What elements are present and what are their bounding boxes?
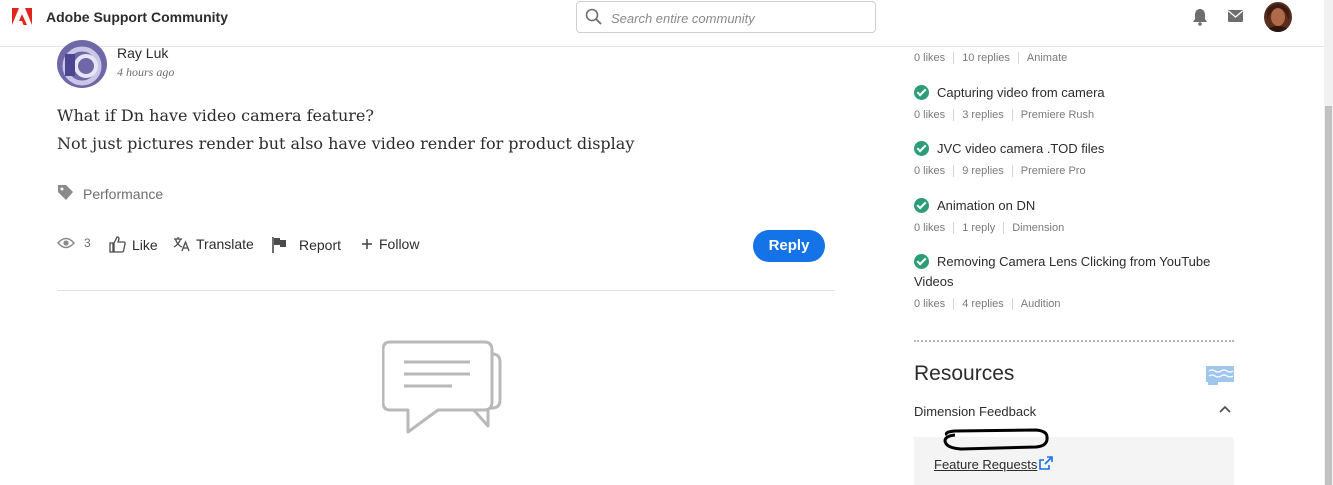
like-label: Like [132, 236, 158, 253]
translate-icon [173, 237, 190, 252]
external-link-icon[interactable] [1038, 455, 1054, 471]
meta-separator [1011, 109, 1013, 121]
related-thread-title[interactable]: Capturing video from camera [914, 83, 1234, 103]
dimension-feedback-section[interactable]: Dimension Feedback [914, 404, 1036, 419]
post-body-line: What if Dn have video camera feature? [57, 106, 374, 125]
brand-title[interactable]: Adobe Support Community [46, 9, 228, 25]
top-header: Adobe Support Community [0, 0, 1333, 47]
views-counter: 3 [57, 236, 91, 250]
author-avatar[interactable] [57, 40, 107, 88]
related-thread-title[interactable]: Removing Camera Lens Clicking from YouTu… [914, 252, 1234, 292]
thread-meta: 0 likes 9 replies Premiere Pro [914, 165, 1086, 177]
translate-button[interactable]: Translate [173, 236, 254, 252]
feature-requests-link[interactable]: Feature Requests [934, 457, 1037, 472]
thread-meta: 0 likes 4 replies Audition [914, 298, 1061, 310]
reply-button[interactable]: Reply [753, 230, 825, 262]
meta-separator [953, 109, 955, 121]
post-divider [57, 290, 835, 291]
search-input[interactable] [611, 8, 861, 28]
thread-likes: 0 likes [914, 222, 946, 234]
eye-icon [57, 237, 75, 249]
thread-replies: 9 replies [962, 165, 1004, 177]
empty-replies-chat-icon [382, 340, 502, 434]
meta-separator [1011, 298, 1013, 310]
solved-check-icon [914, 254, 929, 269]
related-thread-title[interactable]: Animation on DN [914, 196, 1234, 216]
meta-separator [1003, 222, 1005, 234]
meta-separator [953, 298, 955, 310]
thread-replies: 10 replies [962, 52, 1010, 64]
adobe-logo-icon[interactable] [12, 8, 32, 25]
thread-likes: 0 likes [914, 165, 946, 177]
thread-board[interactable]: Dimension [1012, 222, 1064, 234]
meta-separator [1017, 52, 1019, 64]
thread-title-text[interactable]: Removing Camera Lens Clicking from YouTu… [914, 254, 1210, 289]
thread-replies: 1 reply [962, 222, 996, 234]
solved-check-icon [914, 85, 929, 100]
report-label: Report [299, 236, 342, 253]
redaction-scribble [943, 428, 1049, 451]
search-icon [585, 8, 602, 25]
page-scrollbar[interactable] [1324, 0, 1333, 485]
thread-meta: 0 likes 3 replies Premiere Rush [914, 109, 1094, 121]
meta-separator [953, 222, 955, 234]
post-tag-label[interactable]: Performance [83, 186, 163, 202]
thread-meta: 0 likes 1 reply Dimension [914, 222, 1064, 234]
report-button[interactable]: Report [271, 236, 341, 253]
thread-board[interactable]: Premiere Pro [1021, 165, 1086, 177]
related-thread-title[interactable]: JVC video camera .TOD files [914, 139, 1234, 159]
thread-meta: 0 likes 10 replies Animate [914, 52, 1067, 64]
user-avatar[interactable] [1264, 2, 1292, 32]
resources-banner-icon [1206, 366, 1234, 385]
solved-check-icon [914, 141, 929, 156]
translate-label: Translate [196, 236, 254, 252]
thumbs-up-icon [109, 236, 126, 253]
notifications-bell-icon[interactable] [1192, 8, 1208, 26]
tag-icon [58, 185, 73, 200]
post-author[interactable]: Ray Luk [117, 45, 168, 61]
thread-likes: 0 likes [914, 298, 946, 310]
chevron-up-icon[interactable] [1219, 404, 1231, 414]
meta-separator [1011, 165, 1013, 177]
post-timestamp: 4 hours ago [117, 65, 175, 79]
flag-icon [272, 237, 286, 253]
like-button[interactable]: Like [109, 236, 158, 253]
scrollbar-thumb[interactable] [1325, 106, 1332, 485]
thread-likes: 0 likes [914, 109, 946, 121]
solved-check-icon [914, 198, 929, 213]
follow-label: Follow [379, 236, 420, 252]
resources-heading: Resources [914, 362, 1015, 385]
search-box[interactable] [576, 1, 876, 33]
thread-board[interactable]: Premiere Rush [1021, 109, 1094, 121]
thread-title-text[interactable]: JVC video camera .TOD files [937, 141, 1104, 156]
plus-icon [362, 239, 372, 249]
thread-board[interactable]: Audition [1021, 298, 1061, 310]
meta-separator [953, 165, 955, 177]
thread-title-text[interactable]: Animation on DN [937, 198, 1035, 213]
sidebar-divider [914, 340, 1234, 342]
messages-mail-icon[interactable] [1228, 10, 1243, 22]
views-count: 3 [84, 236, 91, 250]
thread-board[interactable]: Animate [1027, 52, 1067, 64]
thread-replies: 3 replies [962, 109, 1004, 121]
meta-separator [953, 52, 955, 64]
post-body-line: Not just pictures render but also have v… [57, 134, 635, 153]
follow-button[interactable]: Follow [361, 236, 419, 252]
thread-replies: 4 replies [962, 298, 1004, 310]
thread-title-text[interactable]: Capturing video from camera [937, 85, 1105, 100]
thread-likes: 0 likes [914, 52, 946, 64]
